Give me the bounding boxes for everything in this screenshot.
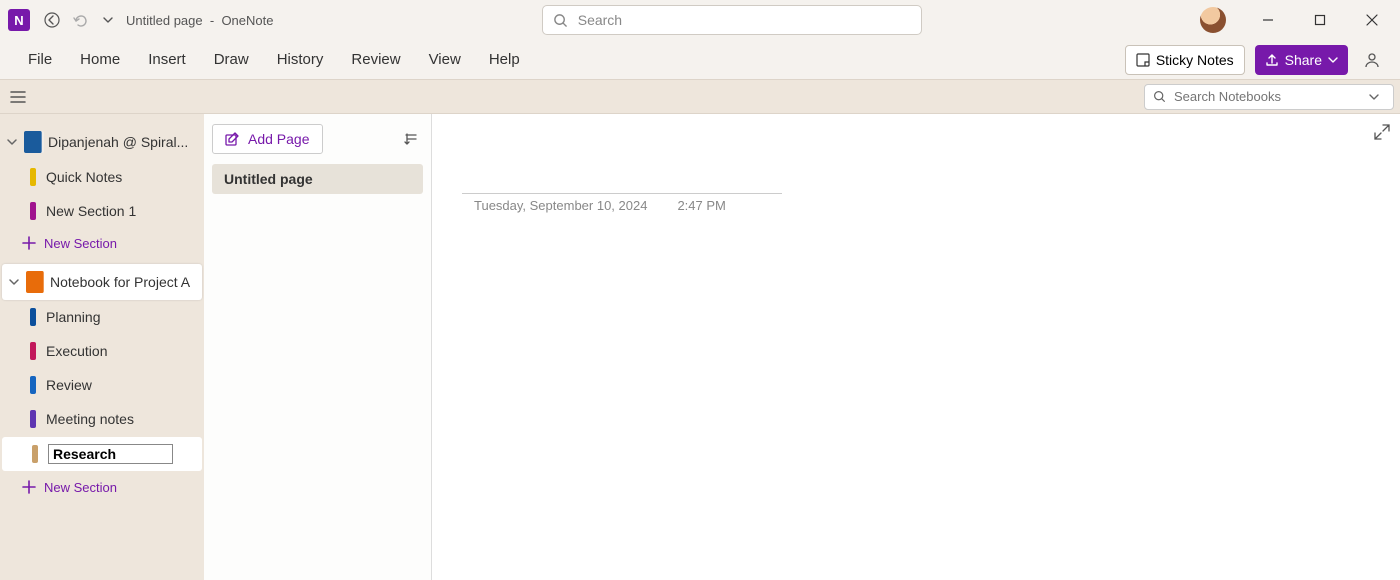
user-avatar[interactable]: [1200, 7, 1226, 33]
note-time: 2:47 PM: [677, 198, 725, 213]
title-bar: N Untitled page - OneNote Search: [0, 0, 1400, 40]
sort-icon: [403, 131, 419, 147]
menu-history[interactable]: History: [263, 45, 338, 74]
share-icon: [1265, 53, 1279, 67]
plus-icon: [22, 236, 36, 250]
section-color-icon: [30, 342, 36, 360]
section-label: Review: [46, 377, 92, 393]
window-title: Untitled page - OneNote: [126, 13, 273, 28]
menu-insert[interactable]: Insert: [134, 45, 200, 74]
maximize-icon: [1314, 14, 1326, 26]
menu-home[interactable]: Home: [66, 45, 134, 74]
expand-icon: [1374, 124, 1390, 140]
notebook-header-dipanjenah[interactable]: Dipanjenah @ Spiral...: [0, 124, 204, 160]
undo-icon: [72, 12, 88, 28]
window-title-app: OneNote: [221, 13, 273, 28]
maximize-button[interactable]: [1300, 5, 1340, 35]
search-notebooks-input[interactable]: [1144, 84, 1394, 110]
section-rename-input[interactable]: [48, 444, 173, 464]
nav-toggle-button[interactable]: [6, 85, 30, 109]
section-planning[interactable]: Planning: [0, 300, 204, 334]
search-notebooks-field[interactable]: [1172, 88, 1369, 105]
section-label: Execution: [46, 343, 107, 359]
section-color-icon: [30, 202, 36, 220]
section-research-editing[interactable]: [2, 437, 202, 471]
section-color-icon: [30, 376, 36, 394]
new-section-label: New Section: [44, 236, 117, 251]
minimize-button[interactable]: [1248, 5, 1288, 35]
chevron-down-icon: [102, 14, 114, 26]
undo-button[interactable]: [66, 6, 94, 34]
back-button[interactable]: [38, 6, 66, 34]
section-quick-notes[interactable]: Quick Notes: [0, 160, 204, 194]
section-label: Planning: [46, 309, 101, 325]
person-icon: [1362, 50, 1382, 70]
new-section-button[interactable]: New Section: [0, 472, 204, 502]
section-new-section-1[interactable]: New Section 1: [0, 194, 204, 228]
hamburger-icon: [10, 90, 26, 104]
section-label: New Section 1: [46, 203, 136, 219]
close-button[interactable]: [1352, 5, 1392, 35]
section-label: Meeting notes: [46, 411, 134, 427]
chevron-down-icon: [8, 277, 20, 287]
sticky-note-icon: [1136, 53, 1150, 67]
sticky-notes-label: Sticky Notes: [1156, 52, 1234, 68]
section-color-icon: [30, 168, 36, 186]
notebook-label: Notebook for Project A: [50, 274, 196, 290]
customize-qat-button[interactable]: [94, 6, 122, 34]
note-header: Tuesday, September 10, 2024 2:47 PM: [462, 164, 782, 213]
menu-help[interactable]: Help: [475, 45, 534, 74]
page-item-label: Untitled page: [224, 171, 313, 187]
search-icon: [1153, 90, 1166, 103]
window-title-page: Untitled page: [126, 13, 203, 28]
arrow-left-icon: [44, 12, 60, 28]
sticky-notes-button[interactable]: Sticky Notes: [1125, 45, 1245, 75]
new-section-button[interactable]: New Section: [0, 228, 204, 258]
minimize-icon: [1262, 14, 1274, 26]
section-label: Quick Notes: [46, 169, 122, 185]
presence-button[interactable]: [1358, 46, 1386, 74]
window-title-sep: -: [210, 13, 214, 28]
note-canvas[interactable]: Tuesday, September 10, 2024 2:47 PM: [432, 114, 1400, 580]
notebook-icon: [26, 271, 44, 293]
page-item-untitled[interactable]: Untitled page: [212, 164, 423, 194]
notebook-label: Dipanjenah @ Spiral...: [48, 134, 198, 150]
menu-bar: File Home Insert Draw History Review Vie…: [0, 40, 1400, 80]
search-icon: [553, 13, 568, 28]
menu-review[interactable]: Review: [337, 45, 414, 74]
share-button[interactable]: Share: [1255, 45, 1348, 75]
menu-draw[interactable]: Draw: [200, 45, 263, 74]
add-page-button[interactable]: Add Page: [212, 124, 323, 154]
section-color-icon: [30, 410, 36, 428]
secondary-toolbar: [0, 80, 1400, 114]
notebook-sidebar: Dipanjenah @ Spiral... Quick Notes New S…: [0, 114, 204, 580]
section-meeting-notes[interactable]: Meeting notes: [0, 402, 204, 436]
chevron-down-icon: [1328, 55, 1338, 65]
new-section-label: New Section: [44, 480, 117, 495]
section-execution[interactable]: Execution: [0, 334, 204, 368]
close-icon: [1366, 14, 1378, 26]
main-content: Dipanjenah @ Spiral... Quick Notes New S…: [0, 114, 1400, 580]
notebook-icon: [24, 131, 42, 153]
chevron-down-icon: [1369, 92, 1379, 102]
chevron-down-icon: [6, 137, 18, 147]
app-logo-icon: N: [8, 9, 30, 31]
menu-view[interactable]: View: [415, 45, 475, 74]
page-title-input[interactable]: [462, 164, 782, 194]
sort-pages-button[interactable]: [399, 127, 423, 151]
share-label: Share: [1285, 52, 1322, 68]
menu-file[interactable]: File: [14, 45, 66, 74]
section-color-icon: [30, 308, 36, 326]
compose-icon: [225, 132, 240, 147]
plus-icon: [22, 480, 36, 494]
expand-canvas-button[interactable]: [1374, 124, 1390, 143]
section-color-icon: [32, 445, 38, 463]
notebook-header-project-a[interactable]: Notebook for Project A: [2, 264, 202, 300]
note-date: Tuesday, September 10, 2024: [474, 198, 647, 213]
global-search-input[interactable]: Search: [542, 5, 922, 35]
global-search-placeholder: Search: [578, 12, 622, 28]
page-list-panel: Add Page Untitled page: [204, 114, 432, 580]
section-review[interactable]: Review: [0, 368, 204, 402]
add-page-label: Add Page: [248, 131, 310, 147]
